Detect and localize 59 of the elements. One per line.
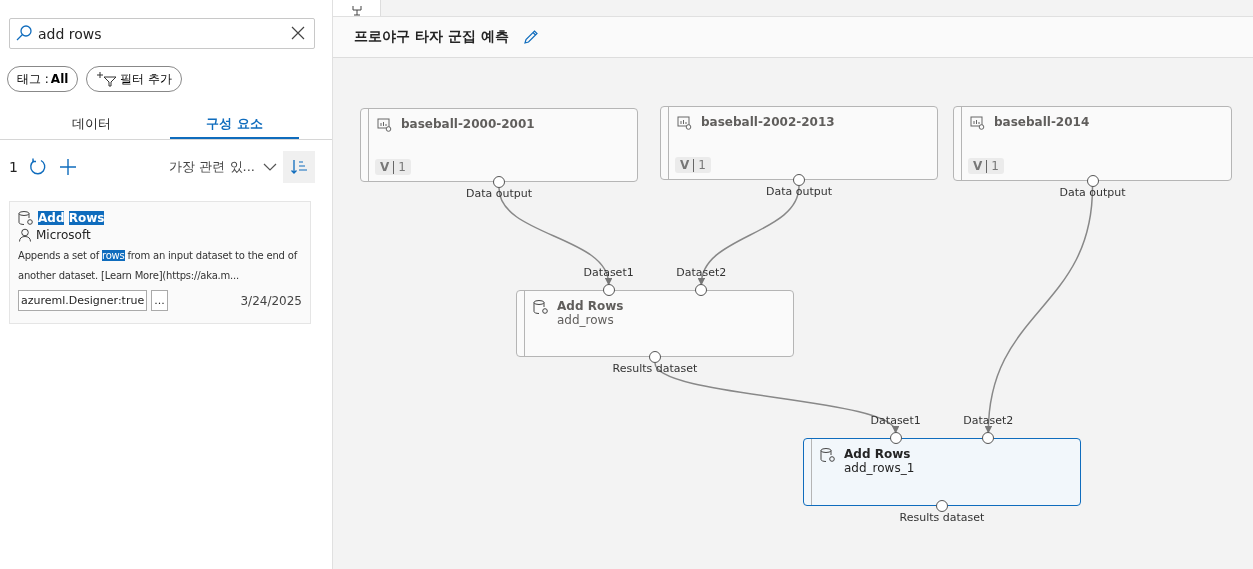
component-title: Add Rows bbox=[38, 211, 105, 225]
database-gear-icon bbox=[18, 210, 34, 226]
result-count: 1 bbox=[9, 158, 18, 175]
version-badge: V 1 bbox=[675, 157, 711, 173]
dataset-icon bbox=[677, 115, 693, 131]
node-title: baseball-2002-2013 bbox=[701, 115, 835, 129]
pipeline-node[interactable]: baseball-2014 V 1 bbox=[953, 106, 1232, 181]
search-icon bbox=[15, 24, 33, 42]
port-label: Results dataset bbox=[899, 511, 985, 524]
pipeline-icon bbox=[349, 6, 364, 16]
port-label: Dataset2 bbox=[676, 266, 727, 279]
chevron-down-icon bbox=[263, 161, 277, 172]
tag-filter-chip[interactable]: 태그 : All bbox=[7, 66, 79, 92]
port-label: Dataset2 bbox=[963, 414, 1014, 427]
port-label: Data output bbox=[466, 187, 532, 200]
database-gear-icon bbox=[820, 447, 836, 463]
add-filter-chip[interactable]: 필터 추가 bbox=[86, 66, 183, 92]
database-gear-icon bbox=[533, 299, 549, 315]
pipeline-node[interactable]: baseball-2000-2001 V 1 bbox=[360, 108, 638, 182]
close-icon[interactable] bbox=[291, 26, 305, 40]
author: Microsoft bbox=[36, 228, 91, 242]
tag: azureml.Designer:true bbox=[18, 290, 148, 311]
sort-icon bbox=[290, 157, 308, 176]
node-title: Add Rows bbox=[557, 299, 624, 313]
date: 3/24/2025 bbox=[240, 293, 302, 308]
pipeline-node[interactable]: Add Rows add_rows_1 bbox=[803, 438, 1081, 506]
port-label: Dataset1 bbox=[870, 414, 921, 427]
node-subtitle: add_rows_1 bbox=[844, 461, 915, 475]
dataset-icon bbox=[970, 115, 986, 131]
sort-dropdown[interactable]: 가장 관련 있... bbox=[163, 156, 283, 177]
tab[interactable]: 구성 요소 bbox=[170, 111, 299, 139]
plus-icon[interactable] bbox=[57, 156, 78, 177]
node-title: baseball-2000-2001 bbox=[401, 117, 535, 131]
pipeline-node[interactable]: baseball-2002-2013 V 1 bbox=[660, 106, 938, 180]
tag: ... bbox=[151, 290, 168, 311]
node-subtitle: add_rows bbox=[557, 313, 615, 327]
port-label: Dataset1 bbox=[583, 266, 634, 279]
refresh-icon[interactable] bbox=[27, 156, 48, 177]
port-label: Results dataset bbox=[612, 362, 698, 375]
dataset-icon bbox=[377, 117, 393, 133]
component-card[interactable]: Add Rows Microsoft Appends a set of rows from an input dataset to the end of another dataset. [Learn More](https://aka.m... azureml.Designer:true ... 3/24/2025 bbox=[9, 201, 311, 324]
port-label: Data output bbox=[766, 185, 832, 198]
version-badge: V 1 bbox=[375, 159, 411, 175]
node-title: baseball-2014 bbox=[994, 115, 1090, 129]
search-field[interactable]: add rows bbox=[9, 18, 315, 49]
port-label: Data output bbox=[1059, 186, 1126, 199]
person-icon bbox=[18, 228, 32, 242]
edit-icon[interactable] bbox=[522, 29, 539, 45]
tab[interactable]: 데이터 bbox=[13, 111, 170, 139]
sort-button[interactable] bbox=[283, 150, 315, 183]
input-port[interactable] bbox=[982, 432, 995, 444]
pipeline-tab[interactable] bbox=[333, 0, 381, 16]
input-port[interactable] bbox=[695, 284, 708, 296]
pipeline-node[interactable]: Add Rows add_rows bbox=[516, 290, 794, 357]
version-badge: V 1 bbox=[968, 158, 1004, 174]
component-description: Appends a set of rows from an input dataset to the end of another dataset. [Learn More](https://aka.m... bbox=[18, 249, 299, 283]
node-title: Add Rows bbox=[844, 447, 912, 461]
pipeline-title: 프로야구 타자 군집 예측 bbox=[354, 28, 509, 46]
add-filter-icon bbox=[96, 71, 119, 87]
